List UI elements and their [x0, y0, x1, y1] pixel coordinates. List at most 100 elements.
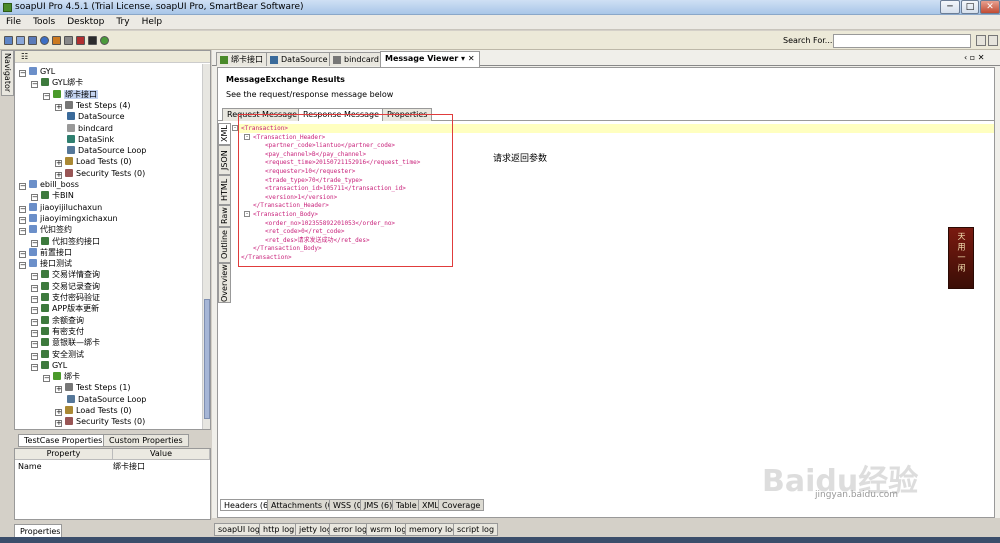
property-name-cell[interactable]: Name	[18, 461, 42, 472]
property-value-cell[interactable]: 绑卡接口	[113, 461, 145, 472]
help-icon[interactable]	[100, 36, 109, 45]
expand-toggle-icon[interactable]: −	[19, 216, 26, 224]
tree-node[interactable]: bindcard	[67, 123, 113, 134]
expand-toggle-icon[interactable]: +	[55, 160, 62, 168]
expand-toggle-icon[interactable]: −	[43, 375, 50, 383]
tab-message-viewer[interactable]: Message Viewer ▾ ✕	[380, 51, 480, 67]
tree-node[interactable]: − 有密支付	[31, 326, 84, 337]
column-header-property[interactable]: Property	[15, 449, 113, 460]
tab-menu-icon[interactable]: ▾ ✕	[461, 54, 475, 63]
tab-overview[interactable]: Overview	[218, 263, 231, 303]
tab-html-view[interactable]: HTML	[218, 175, 231, 205]
menu-desktop[interactable]: Desktop	[61, 15, 110, 27]
minimize-button[interactable]: ─	[940, 0, 960, 14]
tree-node[interactable]: − 前置接口	[19, 247, 72, 258]
expand-toggle-icon[interactable]: −	[31, 329, 38, 337]
expand-toggle-icon[interactable]: −	[31, 284, 38, 292]
tree-node[interactable]: − 代扣签约	[19, 224, 72, 236]
tree-node[interactable]: + Test Steps (4)	[55, 100, 131, 111]
expand-toggle-icon[interactable]: +	[55, 420, 62, 428]
expand-toggle-icon[interactable]: −	[19, 183, 26, 190]
forum-icon[interactable]	[40, 36, 49, 45]
tab-error-log[interactable]: error log	[329, 523, 372, 536]
tree-node[interactable]: DataSource Loop	[67, 145, 146, 156]
tree-node[interactable]: − 绑卡	[43, 371, 80, 383]
xml-editor[interactable]: --- <Transaction> <Transaction_Header> <pa…	[231, 114, 994, 495]
expand-toggle-icon[interactable]: −	[31, 81, 38, 89]
expand-toggle-icon[interactable]: −	[43, 92, 50, 100]
tree-node[interactable]: − 接口测试	[19, 258, 72, 270]
expand-toggle-icon[interactable]: −	[19, 205, 26, 213]
close-button[interactable]: ✕	[980, 0, 1000, 14]
tab-script-log[interactable]: script log	[453, 523, 499, 536]
tree-node[interactable]: DataSink	[67, 134, 114, 145]
import-project-icon[interactable]	[16, 36, 25, 45]
scrollbar-thumb[interactable]	[204, 299, 210, 419]
tree-node[interactable]: − 卡BIN	[31, 190, 74, 202]
tab-properties[interactable]: Properties	[14, 524, 62, 538]
editor-window-controls[interactable]: ‹ ▫ ✕	[964, 53, 984, 62]
tree-node[interactable]: − 交易记录查询	[31, 281, 100, 292]
tree-node[interactable]: + Load Tests (0)	[55, 156, 132, 168]
tree-node[interactable]: − 绑卡接口	[43, 89, 98, 100]
tab-soapui-log[interactable]: soapUI log	[214, 523, 264, 536]
expand-toggle-icon[interactable]: −	[19, 70, 26, 77]
tree-node[interactable]: + Test Steps (1)	[55, 382, 131, 394]
expand-toggle-icon[interactable]: −	[31, 194, 38, 202]
proxy-icon[interactable]	[88, 36, 97, 45]
tab-bindcard-request[interactable]: bindcard	[329, 52, 384, 66]
save-all-icon[interactable]	[28, 36, 37, 45]
navigator-scrollbar[interactable]	[202, 64, 210, 429]
tree-node[interactable]: + Security Tests (0)	[55, 168, 145, 179]
tree-node[interactable]: − 意银联—绑卡	[31, 337, 100, 349]
expand-toggle-icon[interactable]: +	[55, 171, 62, 179]
tree-node[interactable]: − jiaoyijiluchaxun	[19, 202, 102, 213]
expand-toggle-icon[interactable]: −	[31, 341, 38, 349]
expand-toggle-icon[interactable]: −	[19, 262, 26, 270]
expand-toggle-icon[interactable]: −	[31, 352, 38, 360]
tree-node[interactable]: + Load Tests (0)	[55, 405, 132, 416]
tree-node[interactable]: − 余额查询	[31, 315, 84, 326]
tab-http-log[interactable]: http log	[259, 523, 299, 536]
exit-icon[interactable]	[76, 36, 85, 45]
column-header-value[interactable]: Value	[113, 449, 210, 460]
tab-raw-view[interactable]: Raw	[218, 205, 231, 227]
expand-toggle-icon[interactable]: −	[31, 296, 38, 303]
navigator-side-tab[interactable]: Navigator	[1, 50, 14, 96]
expand-toggle-icon[interactable]: −	[31, 318, 38, 326]
expand-toggle-icon[interactable]: −	[31, 239, 38, 247]
tab-datasource[interactable]: DataSource	[266, 52, 333, 66]
expand-toggle-icon[interactable]: −	[31, 307, 38, 315]
menu-file[interactable]: File	[0, 15, 27, 27]
tree-node[interactable]: − GYL	[19, 66, 55, 77]
tab-table[interactable]: Table	[392, 499, 421, 511]
maximize-button[interactable]: □	[961, 0, 979, 14]
tab-custom-properties[interactable]: Custom Properties	[103, 434, 189, 447]
collapse-icon[interactable]: ☷	[21, 52, 28, 61]
expand-toggle-icon[interactable]: +	[55, 386, 62, 394]
expand-toggle-icon[interactable]: +	[55, 409, 62, 416]
menu-try[interactable]: Try	[110, 15, 135, 27]
expand-toggle-icon[interactable]: −	[19, 250, 26, 258]
tree-node[interactable]: + Security Tests (0)	[55, 416, 145, 428]
tab-outline-view[interactable]: Outline	[218, 227, 231, 263]
tab-jms[interactable]: JMS (6)	[360, 499, 397, 511]
tree-node[interactable]: − GYL	[31, 360, 67, 371]
tree-node[interactable]: − 代扣签约接口	[31, 236, 100, 247]
tab-xml-view[interactable]: XML	[218, 123, 231, 145]
tab-wsrm-log[interactable]: wsrm log	[366, 523, 411, 536]
menu-tools[interactable]: Tools	[27, 15, 61, 27]
tile-icon[interactable]	[976, 35, 986, 46]
tree-node[interactable]: − 安全测试	[31, 349, 84, 360]
expand-toggle-icon[interactable]: −	[31, 363, 38, 371]
tree-node[interactable]: − jiaoyimingxichaxun	[19, 213, 118, 224]
tree-node[interactable]: − APP版本更新	[31, 303, 99, 315]
expand-toggle-icon[interactable]: −	[19, 228, 26, 236]
tree-node[interactable]: DataSource	[67, 111, 125, 122]
tree-node[interactable]: − 交易详情查询	[31, 269, 100, 281]
trial-icon[interactable]	[52, 36, 61, 45]
tree-node[interactable]: − GYL绑卡	[31, 77, 83, 89]
search-input[interactable]	[833, 34, 971, 48]
tree-node[interactable]: − ebill_boss	[19, 179, 79, 190]
tab-bindcard-testcase[interactable]: 绑卡接口	[216, 52, 268, 66]
